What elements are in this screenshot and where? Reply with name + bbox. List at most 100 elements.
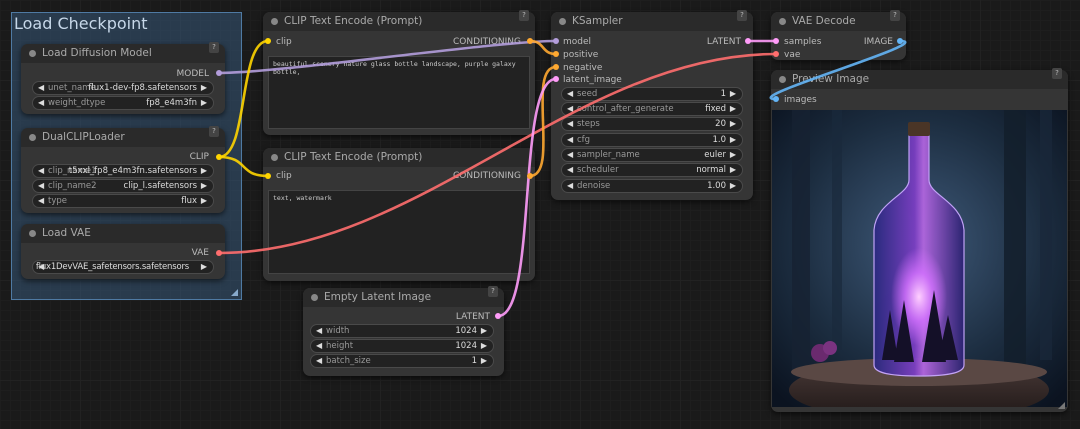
node-preview-image[interactable]: Preview Image ? images bbox=[771, 68, 1068, 412]
arrow-right-icon[interactable]: ▶ bbox=[201, 261, 207, 273]
widget-type[interactable]: ◀ type flux ▶ bbox=[32, 194, 214, 208]
arrow-right-icon[interactable]: ▶ bbox=[481, 340, 487, 352]
output-label-image: IMAGE bbox=[863, 37, 893, 47]
arrow-left-icon[interactable]: ◀ bbox=[316, 325, 322, 337]
arrow-right-icon[interactable]: ▶ bbox=[201, 165, 207, 177]
prompt-textarea[interactable]: text, watermark bbox=[268, 190, 530, 274]
input-label-latent-image: latent_image bbox=[563, 75, 622, 85]
collapse-toggle[interactable] bbox=[29, 50, 36, 57]
widget-height[interactable]: ◀ height 1024 ▶ bbox=[310, 339, 494, 353]
arrow-right-icon[interactable]: ▶ bbox=[201, 195, 207, 207]
arrow-right-icon[interactable]: ▶ bbox=[201, 82, 207, 94]
node-title: KSampler bbox=[572, 15, 623, 27]
arrow-left-icon[interactable]: ◀ bbox=[567, 180, 573, 192]
output-label-conditioning: CONDITIONING bbox=[452, 37, 521, 47]
arrow-left-icon[interactable]: ◀ bbox=[316, 355, 322, 367]
arrow-right-icon[interactable]: ▶ bbox=[201, 97, 207, 109]
collapse-toggle[interactable] bbox=[559, 18, 566, 25]
widget-batch-size[interactable]: ◀ batch_size 1 ▶ bbox=[310, 354, 494, 368]
arrow-left-icon[interactable]: ◀ bbox=[567, 88, 573, 100]
node-clip-text-encode-positive[interactable]: CLIP Text Encode (Prompt) ? clip CONDITI… bbox=[263, 10, 535, 135]
widget-label: weight_dtype bbox=[48, 98, 106, 108]
widget-width[interactable]: ◀ width 1024 ▶ bbox=[310, 324, 494, 338]
help-icon[interactable]: ? bbox=[890, 10, 900, 21]
widget-label: sampler_name bbox=[577, 150, 640, 160]
node-ksampler[interactable]: KSampler ? model positive negative laten… bbox=[551, 10, 753, 200]
arrow-right-icon[interactable]: ▶ bbox=[730, 134, 736, 146]
arrow-left-icon[interactable]: ◀ bbox=[38, 97, 44, 109]
widget-value: clip_l.safetensors bbox=[123, 181, 197, 191]
collapse-toggle[interactable] bbox=[271, 154, 278, 161]
node-title: DualCLIPLoader bbox=[42, 131, 125, 143]
widget-steps[interactable]: ◀ steps 20 ▶ bbox=[561, 117, 743, 131]
arrow-left-icon[interactable]: ◀ bbox=[567, 149, 573, 161]
collapse-toggle[interactable] bbox=[311, 294, 318, 301]
arrow-right-icon[interactable]: ▶ bbox=[730, 164, 736, 176]
preview-image[interactable] bbox=[772, 110, 1067, 407]
widget-control-after-generate[interactable]: ◀ control_after_generate fixed ▶ bbox=[561, 102, 743, 116]
widget-weight-dtype[interactable]: ◀ weight_dtype fp8_e4m3fn ▶ bbox=[32, 96, 214, 110]
arrow-right-icon[interactable]: ▶ bbox=[730, 118, 736, 130]
output-label-vae: VAE bbox=[191, 248, 209, 258]
collapse-toggle[interactable] bbox=[29, 134, 36, 141]
widget-value: 1 bbox=[720, 89, 726, 99]
collapse-toggle[interactable] bbox=[29, 230, 36, 237]
arrow-left-icon[interactable]: ◀ bbox=[567, 164, 573, 176]
node-load-vae[interactable]: Load VAE VAE ◀ flux1DevVAE_safetensors.s… bbox=[21, 224, 225, 279]
arrow-right-icon[interactable]: ▶ bbox=[730, 103, 736, 115]
arrow-right-icon[interactable]: ▶ bbox=[730, 149, 736, 161]
group-resize-handle[interactable] bbox=[231, 289, 238, 296]
node-vae-decode[interactable]: VAE Decode ? samples vae IMAGE bbox=[771, 10, 906, 60]
arrow-left-icon[interactable]: ◀ bbox=[38, 165, 44, 177]
widget-label: control_after_generate bbox=[577, 104, 674, 114]
input-label-images: images bbox=[784, 95, 817, 105]
arrow-left-icon[interactable]: ◀ bbox=[567, 103, 573, 115]
node-empty-latent-image[interactable]: Empty Latent Image ? LATENT ◀ width 1024… bbox=[303, 286, 504, 376]
arrow-right-icon[interactable]: ▶ bbox=[201, 180, 207, 192]
widget-unet-name[interactable]: ◀ unet_name flux1-dev-fp8.safetensors ▶ bbox=[32, 81, 214, 95]
arrow-left-icon[interactable]: ◀ bbox=[316, 340, 322, 352]
node-dual-clip-loader[interactable]: DualCLIPLoader ? CLIP ◀ clip_name1 t5xxl… bbox=[21, 126, 225, 213]
widget-cfg[interactable]: ◀ cfg 1.0 ▶ bbox=[561, 133, 743, 147]
node-clip-text-encode-negative[interactable]: CLIP Text Encode (Prompt) clip CONDITION… bbox=[263, 148, 535, 281]
widget-denoise[interactable]: ◀ denoise 1.00 ▶ bbox=[561, 179, 743, 193]
arrow-right-icon[interactable]: ▶ bbox=[481, 325, 487, 337]
widget-value: flux1-dev-fp8.safetensors bbox=[88, 83, 197, 93]
help-icon[interactable]: ? bbox=[488, 286, 498, 297]
collapse-toggle[interactable] bbox=[779, 76, 786, 83]
resize-handle[interactable] bbox=[1058, 402, 1065, 409]
widget-clip-name2[interactable]: ◀ clip_name2 clip_l.safetensors ▶ bbox=[32, 179, 214, 193]
arrow-right-icon[interactable]: ▶ bbox=[730, 180, 736, 192]
widget-value: flux bbox=[181, 196, 197, 206]
arrow-left-icon[interactable]: ◀ bbox=[567, 118, 573, 130]
node-load-diffusion-model[interactable]: Load Diffusion Model ? MODEL ◀ unet_name… bbox=[21, 42, 225, 114]
collapse-toggle[interactable] bbox=[271, 18, 278, 25]
arrow-right-icon[interactable]: ▶ bbox=[481, 355, 487, 367]
widget-value: flux1DevVAE_safetensors.safetensors bbox=[35, 262, 189, 272]
arrow-left-icon[interactable]: ◀ bbox=[38, 195, 44, 207]
help-icon[interactable]: ? bbox=[519, 10, 529, 21]
help-icon[interactable]: ? bbox=[1052, 68, 1062, 79]
widget-seed[interactable]: ◀ seed 1 ▶ bbox=[561, 87, 743, 101]
widget-label: denoise bbox=[577, 181, 611, 191]
arrow-left-icon[interactable]: ◀ bbox=[38, 82, 44, 94]
input-label-negative: negative bbox=[563, 63, 603, 73]
help-icon[interactable]: ? bbox=[209, 42, 219, 53]
input-label-vae: vae bbox=[784, 50, 801, 60]
widget-label: cfg bbox=[577, 135, 591, 145]
widget-vae-name[interactable]: ◀ flux1DevVAE_safetensors.safetensors ▶ bbox=[32, 260, 214, 274]
help-icon[interactable]: ? bbox=[209, 126, 219, 137]
arrow-left-icon[interactable]: ◀ bbox=[38, 180, 44, 192]
prompt-textarea[interactable]: beautiful scenery nature glass bottle la… bbox=[268, 56, 530, 129]
collapse-toggle[interactable] bbox=[779, 18, 786, 25]
help-icon[interactable]: ? bbox=[737, 10, 747, 21]
widget-scheduler[interactable]: ◀ scheduler normal ▶ bbox=[561, 163, 743, 177]
widget-sampler-name[interactable]: ◀ sampler_name euler ▶ bbox=[561, 148, 743, 162]
widget-label: height bbox=[326, 341, 354, 351]
output-label-conditioning: CONDITIONING bbox=[452, 171, 521, 181]
widget-clip-name1[interactable]: ◀ clip_name1 t5xxl_fp8_e4m3fn.safetensor… bbox=[32, 164, 214, 178]
widget-label: clip_name2 bbox=[48, 181, 97, 191]
arrow-right-icon[interactable]: ▶ bbox=[730, 88, 736, 100]
arrow-left-icon[interactable]: ◀ bbox=[567, 134, 573, 146]
bottle-image bbox=[772, 110, 1067, 407]
